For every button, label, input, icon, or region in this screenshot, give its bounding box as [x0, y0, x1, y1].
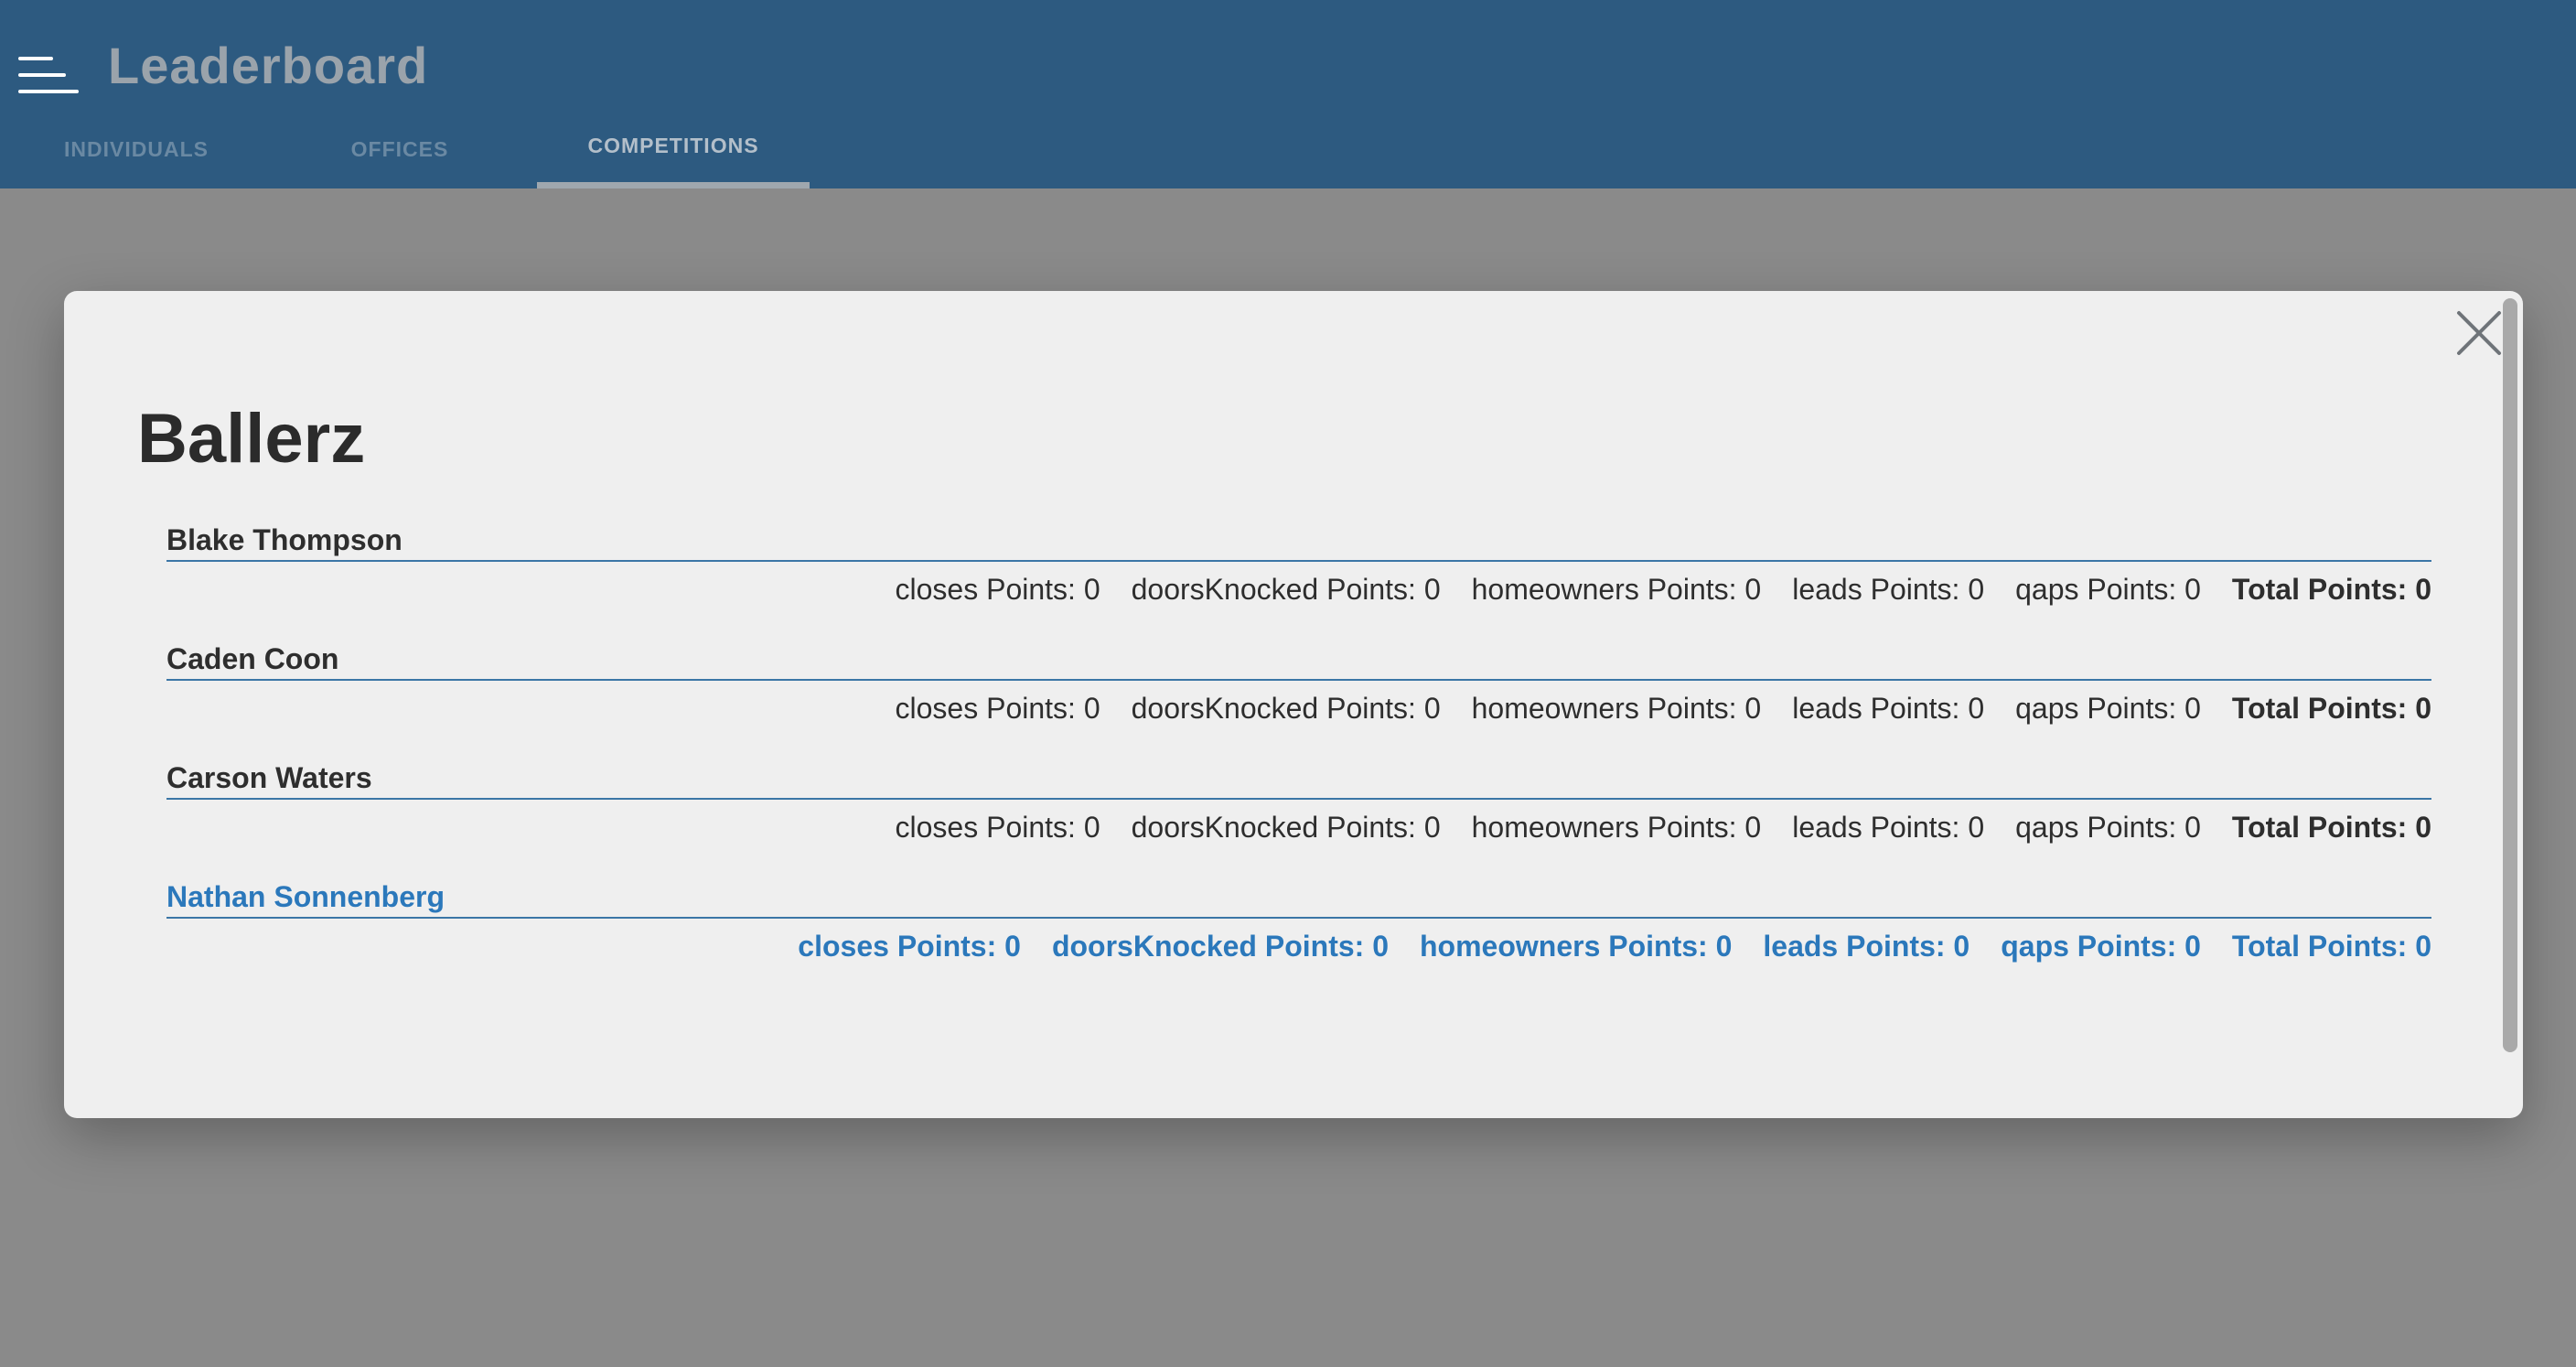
member-row: Carson Waters closes Points: 0 doorsKnoc…: [166, 758, 2431, 877]
member-list: Blake Thompson closes Points: 0 doorsKno…: [166, 520, 2431, 996]
member-stats: closes Points: 0 doorsKnocked Points: 0 …: [896, 688, 2431, 728]
homeowners-points: homeowners Points: 0: [1471, 811, 1762, 844]
homeowners-points: homeowners Points: 0: [1471, 692, 1762, 725]
closes-points: closes Points: 0: [895, 811, 1100, 844]
tab-competitions[interactable]: COMPETITIONS: [537, 119, 810, 188]
hamburger-menu-icon: [18, 57, 79, 93]
qaps-points: qaps Points: 0: [2015, 573, 2201, 606]
member-row: Caden Coon closes Points: 0 doorsKnocked…: [166, 639, 2431, 758]
modal-scrollbar[interactable]: [2503, 298, 2517, 1052]
tab-bar: INDIVIDUALS OFFICES COMPETITIONS: [0, 119, 823, 188]
member-stats: closes Points: 0 doorsKnocked Points: 0 …: [896, 569, 2431, 609]
competition-modal: Ballerz Blake Thompson closes Points: 0 …: [64, 291, 2523, 1118]
total-points: Total Points: 0: [2231, 811, 2431, 844]
member-stats: closes Points: 0 doorsKnocked Points: 0 …: [896, 807, 2431, 847]
tab-offices[interactable]: OFFICES: [263, 119, 536, 188]
leads-points: leads Points: 0: [1763, 930, 1970, 963]
member-name: Carson Waters: [166, 758, 2431, 800]
closes-points: closes Points: 0: [798, 930, 1021, 963]
qaps-points: qaps Points: 0: [2001, 930, 2201, 963]
qaps-points: qaps Points: 0: [2015, 811, 2201, 844]
page-title: Leaderboard: [108, 37, 429, 94]
total-points: Total Points: 0: [2231, 573, 2431, 606]
close-button[interactable]: [2446, 300, 2512, 366]
member-stats: closes Points: 0 doorsKnocked Points: 0 …: [798, 926, 2431, 966]
leads-points: leads Points: 0: [1792, 692, 1985, 725]
homeowners-points: homeowners Points: 0: [1471, 573, 1762, 606]
close-icon: [2457, 311, 2501, 355]
doors-knocked-points: doorsKnocked Points: 0: [1131, 573, 1441, 606]
member-row: Blake Thompson closes Points: 0 doorsKno…: [166, 520, 2431, 639]
team-title: Ballerz: [137, 400, 366, 478]
leads-points: leads Points: 0: [1792, 573, 1985, 606]
closes-points: closes Points: 0: [895, 692, 1100, 725]
homeowners-points: homeowners Points: 0: [1419, 930, 1733, 963]
member-name: Caden Coon: [166, 639, 2431, 681]
doors-knocked-points: doorsKnocked Points: 0: [1051, 930, 1389, 963]
leads-points: leads Points: 0: [1792, 811, 1985, 844]
qaps-points: qaps Points: 0: [2015, 692, 2201, 725]
menu-button[interactable]: [13, 49, 79, 104]
member-name: Blake Thompson: [166, 520, 2431, 562]
closes-points: closes Points: 0: [895, 573, 1100, 606]
doors-knocked-points: doorsKnocked Points: 0: [1131, 692, 1441, 725]
member-row-current-user: Nathan Sonnenberg closes Points: 0 doors…: [166, 877, 2431, 996]
app-header: Leaderboard INDIVIDUALS OFFICES COMPETIT…: [0, 0, 2576, 188]
total-points: Total Points: 0: [2231, 930, 2431, 963]
total-points: Total Points: 0: [2231, 692, 2431, 725]
tab-individuals[interactable]: INDIVIDUALS: [0, 119, 273, 188]
member-name: Nathan Sonnenberg: [166, 877, 2431, 919]
doors-knocked-points: doorsKnocked Points: 0: [1131, 811, 1441, 844]
